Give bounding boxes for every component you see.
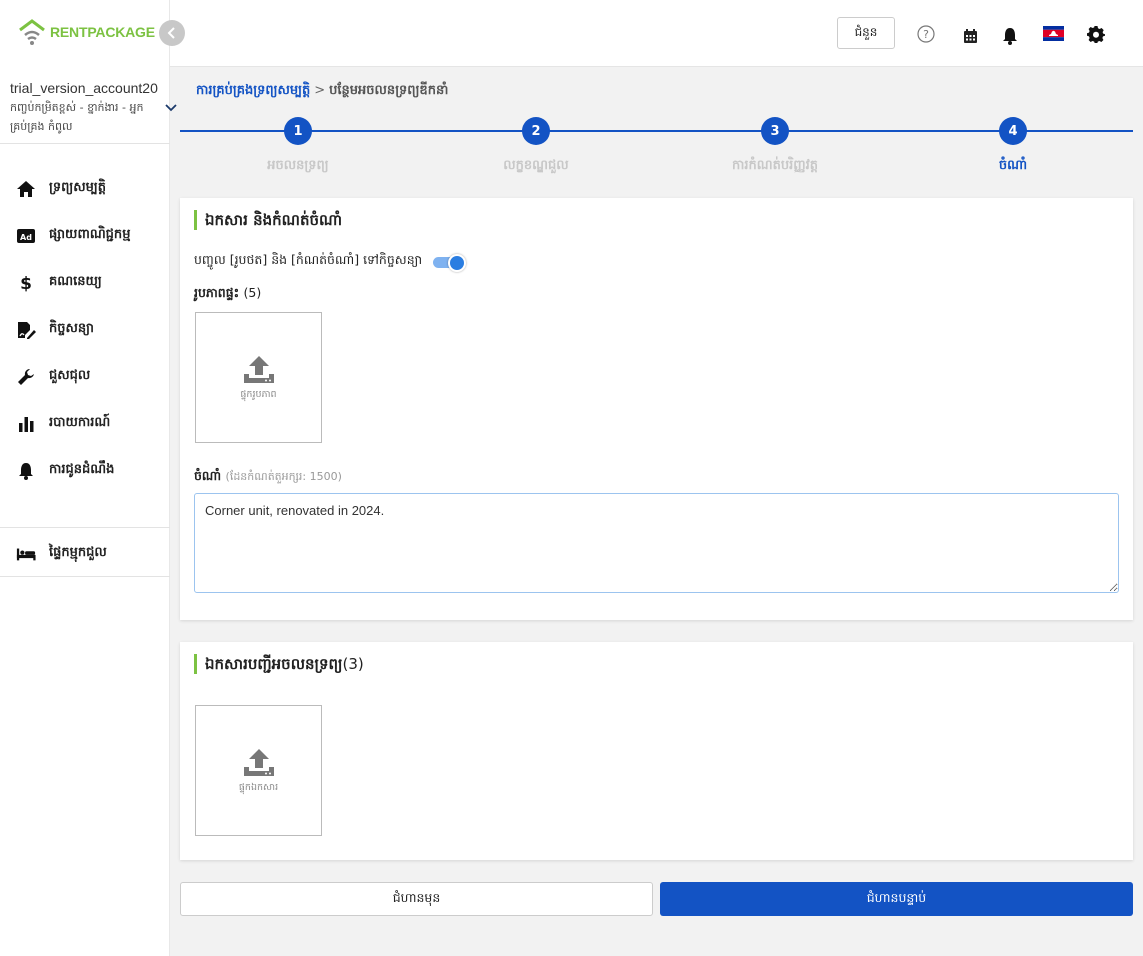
- sidebar-item-label: ទ្រព្យសម្បត្តិ: [49, 180, 107, 195]
- breadcrumb: ការគ្រប់គ្រងទ្រព្យសម្បត្តិ > បន្ថែមអចលនទ្រ…: [196, 82, 448, 101]
- wrench-icon: [16, 367, 36, 387]
- include-in-contract-toggle[interactable]: [432, 253, 467, 272]
- sidebar-nav: ទ្រព្យសម្បត្តិ Ad ផ្សាយពាណិជ្ជកម្ម $ គណន…: [0, 165, 170, 494]
- sidebar-item-accounting[interactable]: $ គណនេយ្យ: [0, 259, 170, 306]
- notes-card-title: ឯកសារ និងកំណត់ចំណាំ: [194, 210, 342, 230]
- upload-photo-button[interactable]: ផ្ទុករូបភាព: [195, 312, 322, 443]
- upload-document-label: ផ្ទុកឯកសារ: [238, 781, 279, 793]
- breadcrumb-parent-link[interactable]: ការគ្រប់គ្រងទ្រព្យសម្បត្តិ: [196, 83, 310, 98]
- account-role: កញ្ចប់កម្រិតខ្ពស់ - ខ្នាក់ងារ - អ្នកគ្រប…: [10, 101, 144, 133]
- sidebar-collapse-button[interactable]: [159, 20, 185, 46]
- documents-card: ឯកសារបញ្ជីអចលនទ្រព្យ(3) ផ្ទុកឯកសារ: [180, 642, 1133, 860]
- account-switcher[interactable]: trial_version_account20 កញ្ចប់កម្រិតខ្ពស…: [10, 78, 170, 136]
- next-step-button[interactable]: ជំហានបន្ទាប់: [660, 882, 1133, 916]
- ad-icon: Ad: [16, 226, 36, 246]
- divider: [0, 143, 170, 144]
- sidebar-item-label: គណនេយ្យ: [49, 274, 102, 289]
- cambodia-flag-icon[interactable]: [1042, 25, 1064, 41]
- sidebar-item-advertising[interactable]: Ad ផ្សាយពាណិជ្ជកម្ម: [0, 212, 170, 259]
- step-1-label: អចលនទ្រព្យ: [267, 158, 329, 173]
- home-icon: [16, 179, 36, 199]
- bed-icon: [16, 544, 36, 564]
- upload-photo-label: ផ្ទុករូបភាព: [240, 388, 277, 400]
- sidebar-item-repairs[interactable]: ជួសជុល: [0, 353, 170, 400]
- sidebar-item-label: ផ្ទៃកម្មុកជួល: [49, 545, 107, 560]
- note-textarea[interactable]: Corner unit, renovated in 2024.: [194, 493, 1119, 593]
- chevron-left-icon: [167, 27, 175, 39]
- bell-icon: [16, 461, 36, 481]
- wifi-house-icon: [18, 18, 46, 46]
- chevron-down-icon[interactable]: [165, 98, 177, 117]
- sidebar-item-reports[interactable]: របាយការណ៍: [0, 400, 170, 447]
- sidebar-item-rental-units[interactable]: ផ្ទៃកម្មុកជួល: [0, 530, 170, 577]
- sidebar-item-label: ផ្សាយពាណិជ្ជកម្ម: [49, 227, 131, 242]
- upload-icon: [243, 355, 274, 383]
- previous-step-button[interactable]: ជំហានមុន: [180, 882, 653, 916]
- settings-gear-icon[interactable]: [1086, 24, 1106, 44]
- notes-card: ឯកសារ និងកំណត់ចំណាំ បញ្ចូល [រូបថត] និង […: [180, 198, 1133, 620]
- account-name: trial_version_account20: [10, 80, 158, 96]
- contract-icon: [16, 320, 36, 340]
- toggle-label: បញ្ចូល [រូបថត] និង [កំណត់ចំណាំ] ទៅកិច្ចស…: [194, 252, 423, 267]
- step-4[interactable]: 4: [999, 117, 1027, 145]
- note-char-limit-hint: (ដែនកំណត់តួអក្សរ: 1500): [225, 470, 342, 483]
- sidebar-item-contracts[interactable]: កិច្ចសន្យា: [0, 306, 170, 353]
- dollar-icon: $: [16, 273, 36, 293]
- step-2[interactable]: 2: [522, 117, 550, 145]
- notification-bell-icon[interactable]: [1000, 26, 1020, 46]
- divider: [0, 576, 170, 577]
- step-3-label: ការកំណត់បរិញ្ញវត្ត: [731, 158, 818, 173]
- top-header: ជំនួន ?: [170, 0, 1143, 67]
- photos-count: (5): [243, 285, 262, 300]
- upload-icon: [243, 748, 274, 776]
- photos-label: រូបភាពផ្ទះ (5): [194, 285, 262, 300]
- sidebar: RENTPACKAGE trial_version_account20 កញ្ច…: [0, 0, 177, 956]
- step-1[interactable]: 1: [284, 117, 312, 145]
- brand-logo[interactable]: RENTPACKAGE: [18, 18, 155, 46]
- svg-text:$: $: [20, 274, 32, 293]
- upload-document-button[interactable]: ផ្ទុកឯកសារ: [195, 705, 322, 836]
- step-3[interactable]: 3: [761, 117, 789, 145]
- sidebar-item-properties[interactable]: ទ្រព្យសម្បត្តិ: [0, 165, 170, 212]
- note-label: ចំណាំ (ដែនកំណត់តួអក្សរ: 1500): [194, 468, 342, 483]
- documents-count: (3): [342, 655, 364, 673]
- step-4-label: ចំណាំ: [998, 158, 1028, 173]
- bar-chart-icon: [16, 414, 36, 434]
- documents-card-title: ឯកសារបញ្ជីអចលនទ្រព្យ(3): [194, 654, 364, 674]
- sidebar-item-label: ការជូនដំណឹង: [49, 462, 115, 477]
- sidebar-item-label: ជួសជុល: [49, 368, 91, 383]
- svg-text:Ad: Ad: [20, 233, 32, 242]
- svg-text:?: ?: [923, 28, 929, 41]
- breadcrumb-separator: >: [314, 83, 326, 98]
- divider: [0, 527, 170, 528]
- step-2-label: លក្ខខណ្ឌជួល: [503, 158, 569, 173]
- sidebar-item-label: របាយការណ៍: [49, 415, 111, 430]
- sidebar-item-label: កិច្ចសន្យា: [49, 321, 94, 336]
- help-icon[interactable]: ?: [916, 24, 936, 44]
- stepper-line: [180, 130, 1133, 132]
- calendar-icon[interactable]: [960, 26, 980, 46]
- include-in-contract-row: បញ្ចូល [រូបថត] និង [កំណត់ចំណាំ] ទៅកិច្ចស…: [194, 252, 467, 272]
- header-action-button[interactable]: ជំនួន: [837, 17, 895, 49]
- brand-name: RENTPACKAGE: [50, 24, 155, 40]
- breadcrumb-current: បន្ថែមអចលនទ្រព្យឌីកនាំ: [329, 83, 449, 98]
- sidebar-item-notifications[interactable]: ការជូនដំណឹង: [0, 447, 170, 494]
